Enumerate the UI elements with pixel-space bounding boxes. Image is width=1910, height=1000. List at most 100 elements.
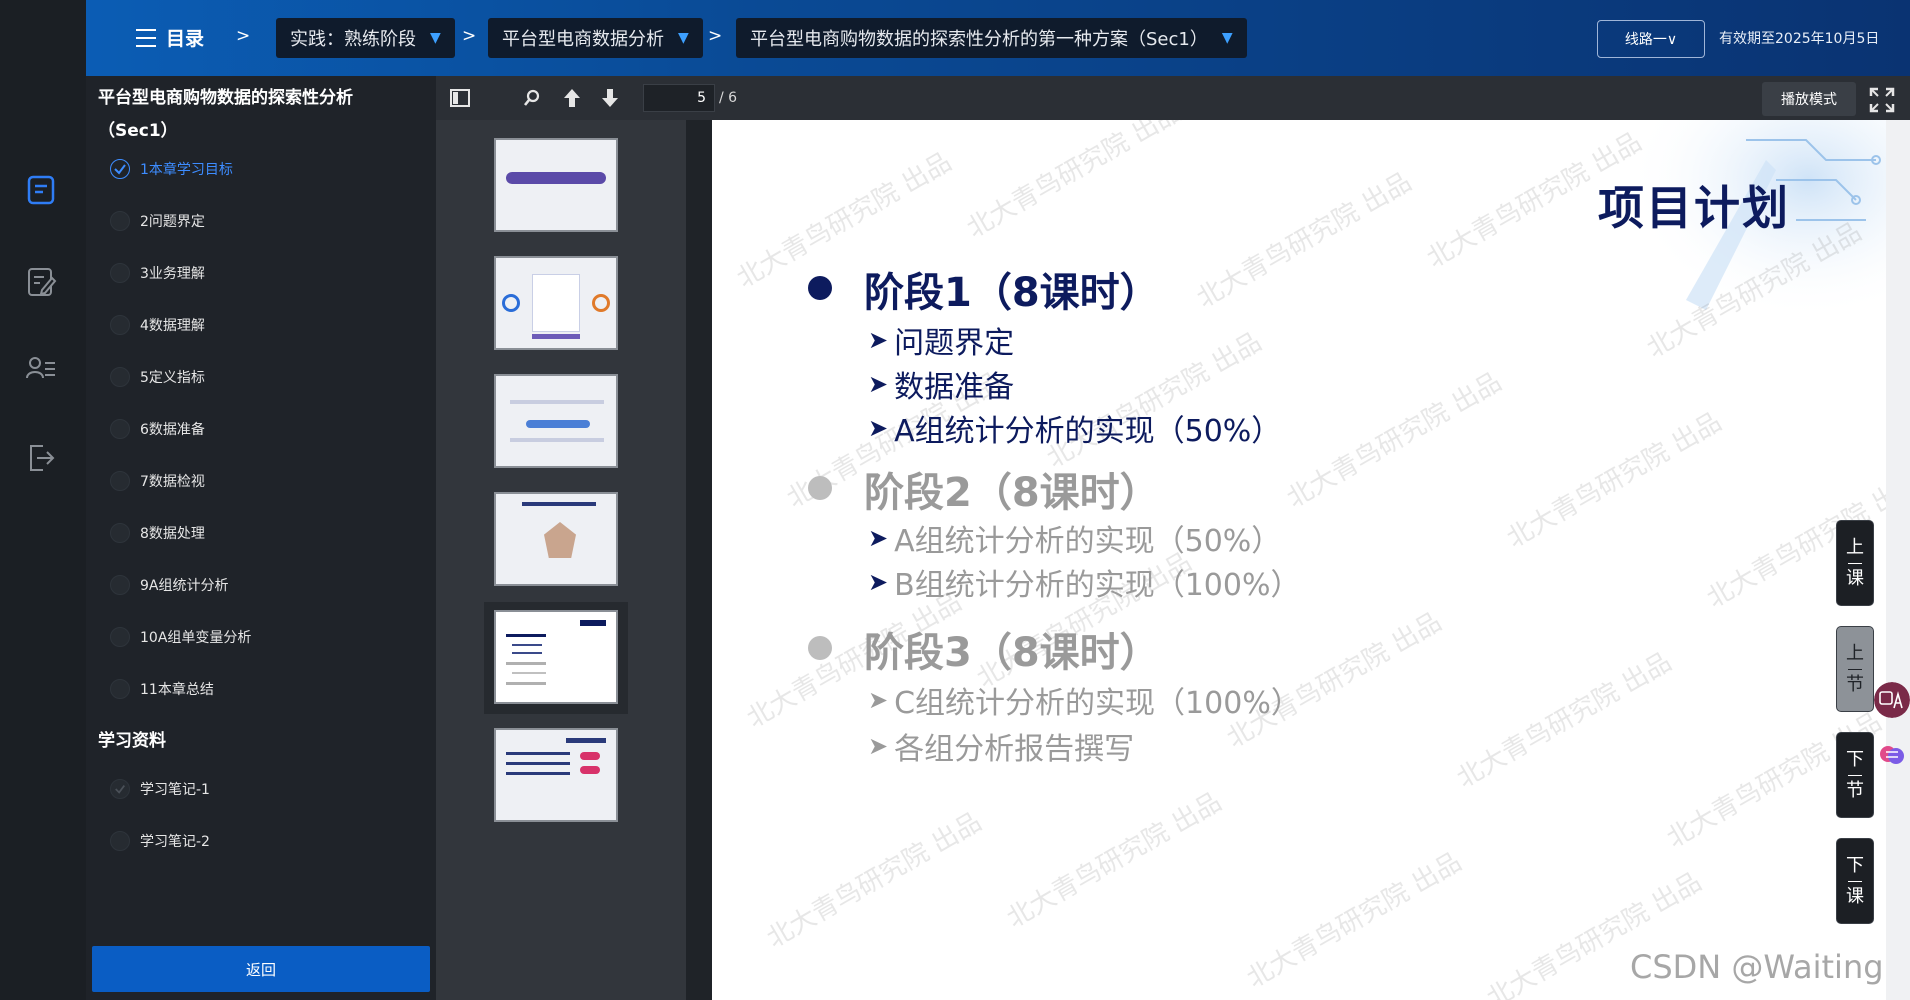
resource-item-2[interactable]: 学习笔记-2 [110, 826, 210, 856]
resource-item-label: 学习笔记-1 [140, 782, 210, 798]
sidebar-item-8[interactable]: 8数据处理 [110, 518, 205, 548]
breadcrumb-lesson[interactable]: 平台型电商购物数据的探索性分析的第一种方案（Sec1） ▼ [736, 18, 1247, 58]
top-bar: 目录 > 实践：熟练阶段 ▼ > 平台型电商数据分析 ▼ > 平台型电商购物数据… [0, 0, 1910, 76]
sidebar-item-7[interactable]: 7数据检视 [110, 466, 205, 496]
phase-1-item: ➤ 问题界定 [868, 326, 1015, 361]
breadcrumb-separator: > [236, 26, 251, 46]
viewer-toolbar: 5 / 6 播放模式 [436, 76, 1910, 120]
viewer-gutter [686, 120, 712, 1000]
sidebar-item-3[interactable]: 3业务理解 [110, 258, 205, 288]
chevron-right-icon: ➤ [868, 732, 889, 760]
next-page-button[interactable] [596, 84, 624, 112]
breadcrumb-separator: > [708, 26, 723, 46]
breadcrumb-course-label: 平台型电商数据分析 [502, 29, 664, 50]
route-select[interactable]: 线路一∨ [1597, 20, 1705, 58]
menu-button[interactable]: 目录 [136, 24, 204, 51]
status-dot-icon [110, 471, 130, 491]
sidebar-item-label: 3业务理解 [140, 266, 205, 282]
breadcrumb-course[interactable]: 平台型电商数据分析 ▼ [488, 18, 703, 58]
check-icon [110, 779, 130, 799]
phase-bullet [808, 636, 832, 660]
exit-icon[interactable] [25, 442, 57, 474]
play-mode-button[interactable]: 播放模式 [1762, 82, 1856, 116]
watermark: 北大青鸟研究院 出品 [1001, 787, 1227, 935]
thumbnail-page-4[interactable] [494, 492, 618, 586]
resource-item-1[interactable]: 学习笔记-1 [110, 774, 210, 804]
status-dot-icon [110, 523, 130, 543]
phase-1-heading: 阶段1（8课时） [864, 270, 1160, 316]
sidebar-toggle-button[interactable] [446, 84, 474, 112]
watermark: 北大青鸟研究院 出品 [1281, 367, 1507, 515]
watermark: 北大青鸟研究院 出品 [1191, 167, 1417, 315]
thumbnail-page-1[interactable] [494, 138, 618, 232]
sidebar-item-10[interactable]: 10A组单变量分析 [110, 622, 251, 652]
sidebar-item-4[interactable]: 4数据理解 [110, 310, 205, 340]
sidebar-item-5[interactable]: 5定义指标 [110, 362, 205, 392]
sidebar-item-6[interactable]: 6数据准备 [110, 414, 205, 444]
sidebar-item-1[interactable]: 1本章学习目标 [110, 154, 233, 184]
caret-down-icon: ▼ [1221, 30, 1233, 46]
check-icon [110, 159, 130, 179]
chevron-right-icon: ➤ [868, 686, 889, 714]
chevron-right-icon: ➤ [868, 524, 889, 552]
watermark: 北大青鸟研究院 出品 [961, 120, 1187, 245]
discussion-icon[interactable] [25, 354, 57, 386]
watermark: 北大青鸟研究院 出品 [1041, 327, 1267, 475]
page-number-input[interactable]: 5 [643, 84, 715, 112]
fullscreen-icon[interactable] [1868, 86, 1896, 114]
slide-canvas: 北大青鸟研究院 出品 北大青鸟研究院 出品 北大青鸟研究院 出品 北大青鸟研究院… [712, 120, 1886, 1000]
thumbnail-page-3[interactable] [494, 374, 618, 468]
back-button[interactable]: 返回 [92, 946, 430, 992]
status-dot-icon [110, 575, 130, 595]
sidebar-item-label: 1本章学习目标 [140, 162, 233, 178]
prev-page-button[interactable] [558, 84, 586, 112]
phase-3-item: ➤ 各组分析报告撰写 [868, 732, 1135, 767]
sidebar-item-label: 9A组统计分析 [140, 578, 229, 594]
prev-section-button[interactable]: 上节 [1836, 626, 1874, 712]
phase-1-item: ➤ A组统计分析的实现（50%） [868, 414, 1282, 449]
search-button[interactable] [518, 84, 546, 112]
sidebar-item-label: 2问题界定 [140, 214, 205, 230]
phase-2-item: ➤ A组统计分析的实现（50%） [868, 524, 1282, 559]
sidebar-toggle-icon [450, 89, 470, 107]
status-dot-icon [110, 367, 130, 387]
status-dot-icon [110, 315, 130, 335]
menu-icon [136, 28, 156, 47]
search-icon [523, 89, 540, 106]
breadcrumb-lesson-label: 平台型电商购物数据的探索性分析的第一种方案（Sec1） [750, 29, 1208, 50]
ai-brain-icon[interactable] [1874, 738, 1910, 774]
phase-3-item: ➤ C组统计分析的实现（100%） [868, 686, 1301, 721]
edit-icon[interactable] [25, 266, 57, 298]
thumbnail-page-6[interactable] [494, 728, 618, 822]
chevron-right-icon: ➤ [868, 370, 889, 398]
chevron-right-icon: ➤ [868, 414, 889, 442]
watermark: 北大青鸟研究院 出品 [1501, 407, 1727, 555]
status-dot-icon [110, 627, 130, 647]
sidebar-title: 平台型电商购物数据的探索性分析（Sec1） [98, 88, 353, 141]
page-total: / 6 [719, 90, 738, 106]
sidebar-item-label: 11本章总结 [140, 682, 214, 698]
sidebar-item-label: 7数据检视 [140, 474, 205, 490]
breadcrumb-stage[interactable]: 实践：熟练阶段 ▼ [276, 18, 455, 58]
document-icon[interactable] [25, 174, 57, 206]
next-section-button[interactable]: 下节 [1836, 732, 1874, 818]
prev-lesson-button[interactable]: 上课 [1836, 520, 1874, 606]
slide-right-margin [1886, 120, 1910, 1000]
sidebar-item-2[interactable]: 2问题界定 [110, 206, 205, 236]
thumbnail-page-2[interactable] [494, 256, 618, 350]
thumbnail-page-5[interactable] [494, 610, 618, 704]
next-lesson-button[interactable]: 下课 [1836, 838, 1874, 924]
chevron-right-icon: ➤ [868, 568, 889, 596]
status-dot-icon [110, 211, 130, 231]
caret-down-icon: ▼ [430, 30, 441, 46]
sidebar-item-label: 4数据理解 [140, 318, 205, 334]
resources-title: 学习资料 [98, 731, 166, 751]
thumbnail-panel [436, 120, 686, 1000]
sidebar-item-label: 10A组单变量分析 [140, 630, 252, 646]
status-dot-icon [110, 831, 130, 851]
menu-label: 目录 [166, 28, 205, 50]
sidebar-item-9[interactable]: 9A组统计分析 [110, 570, 228, 600]
sidebar-item-11[interactable]: 11本章总结 [110, 674, 214, 704]
slide-title: 项目计划 [1598, 181, 1790, 235]
translate-icon[interactable] [1874, 682, 1910, 718]
